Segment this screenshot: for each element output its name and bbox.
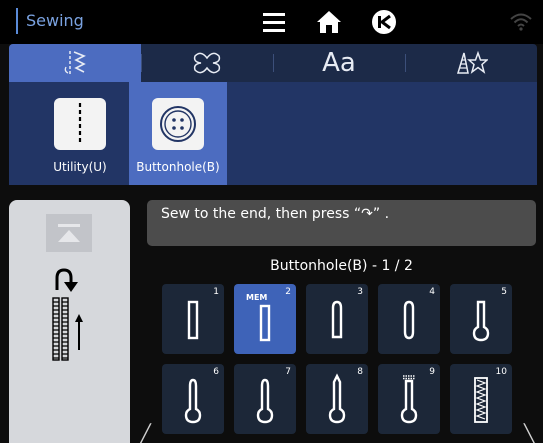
category-tabs: Aa [9,44,537,82]
stitch-tile-1[interactable]: 1 [162,284,224,354]
stitch-tile-5[interactable]: 5 [450,284,512,354]
memory-badge: MEM [246,293,268,302]
buttonhole-category-button[interactable]: Buttonhole(B) [129,82,227,185]
scroll-left-icon[interactable]: ╱ [140,424,151,443]
tab-decorative-stitches[interactable] [141,44,273,82]
buttonhole-sewing-diagram [52,268,83,361]
stitch-number: 8 [357,367,363,377]
stitch-number: 5 [501,287,507,297]
app-title: Sewing [26,11,84,30]
stitch-number: 7 [285,367,291,377]
pyramid-star-icon [456,50,488,74]
tab-my-design[interactable] [405,44,537,82]
stitch-number: 4 [429,287,435,297]
tab-separator [141,54,142,72]
straight-stitch-icon [54,98,106,150]
stitch-tile-4[interactable]: 4 [378,284,440,354]
menu-icon[interactable] [258,6,290,38]
subcategory-panel: Utility(U) Buttonhole(B) [9,82,537,185]
tab-utility-stitches[interactable] [9,44,141,82]
stitch-number: 3 [357,287,363,297]
stitch-tile-3[interactable]: 3 [306,284,368,354]
buttonhole-category-label: Buttonhole(B) [136,160,220,174]
title-wrap: Sewing [16,8,84,34]
back-icon[interactable] [368,6,400,38]
stitch-preview-panel [9,200,130,443]
wifi-icon [505,6,537,38]
tab-separator [405,54,406,72]
instruction-message-bar: Sew to the end, then press “↷” . [147,200,536,246]
lettering-label: Aa [322,48,356,78]
pattern-page-header: Buttonhole(B) - 1 / 2 [270,258,413,274]
utility-category-label: Utility(U) [53,160,107,174]
stitch-number: 2 [285,287,291,297]
stitch-tile-2[interactable]: MEM 2 [234,284,296,354]
stitch-tile-10[interactable]: 10 [450,364,512,434]
stitch-tile-6[interactable]: 6 [162,364,224,434]
stitch-tile-9[interactable]: 9 [378,364,440,434]
decorative-icon [193,52,221,74]
tab-separator [273,54,274,72]
utility-category-button[interactable]: Utility(U) [31,82,129,185]
stitch-number: 6 [213,367,219,377]
stitch-tile-7[interactable]: 7 [234,364,296,434]
top-bar: Sewing [0,0,543,44]
tab-lettering[interactable]: Aa [273,44,405,82]
stitch-number: 1 [213,287,219,297]
instruction-text: Sew to the end, then press “↷” . [161,206,390,222]
up-arrow-icon [58,224,80,242]
stitch-tile-8[interactable]: 8 [306,364,368,434]
stitch-number: 10 [495,367,507,377]
button-icon [152,98,204,150]
home-icon[interactable] [313,6,345,38]
scroll-up-button[interactable] [46,214,92,252]
stitch-number: 9 [429,367,435,377]
scroll-right-icon[interactable]: ╲ [524,424,535,443]
stitch-pattern-icon [64,51,86,75]
